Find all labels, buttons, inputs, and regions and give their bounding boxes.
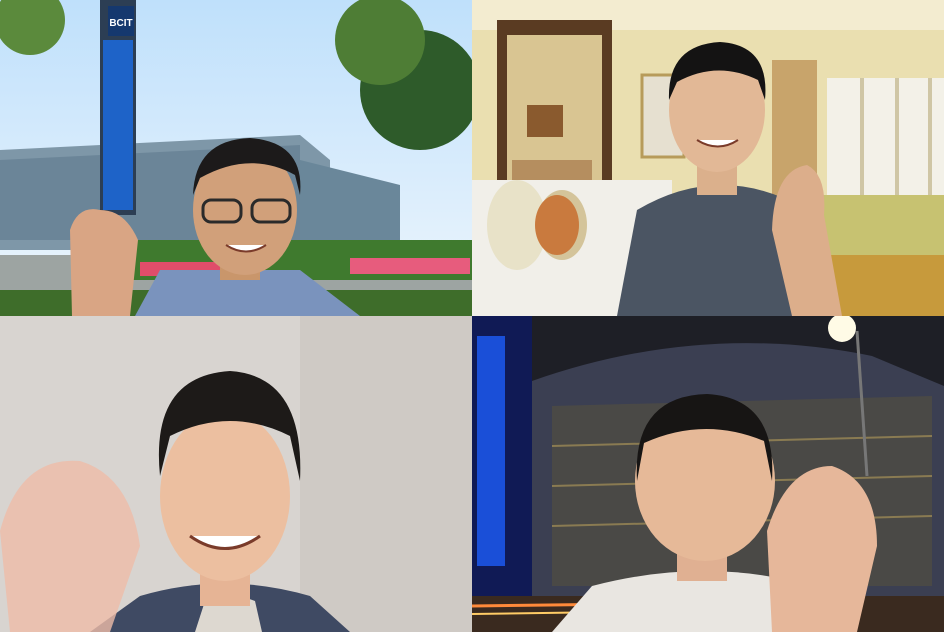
participant-video — [472, 0, 944, 316]
video-call-grid: BCIT — [0, 0, 944, 632]
participant-video: BCIT — [0, 0, 472, 316]
video-tile-top-left[interactable]: BCIT — [0, 0, 472, 316]
video-tile-bottom-right[interactable] — [472, 316, 944, 632]
bcit-sign: BCIT — [109, 18, 132, 29]
participant-video — [472, 316, 944, 632]
video-tile-bottom-left[interactable] — [0, 316, 472, 632]
video-tile-top-right[interactable] — [472, 0, 944, 316]
participant-video — [0, 316, 472, 632]
